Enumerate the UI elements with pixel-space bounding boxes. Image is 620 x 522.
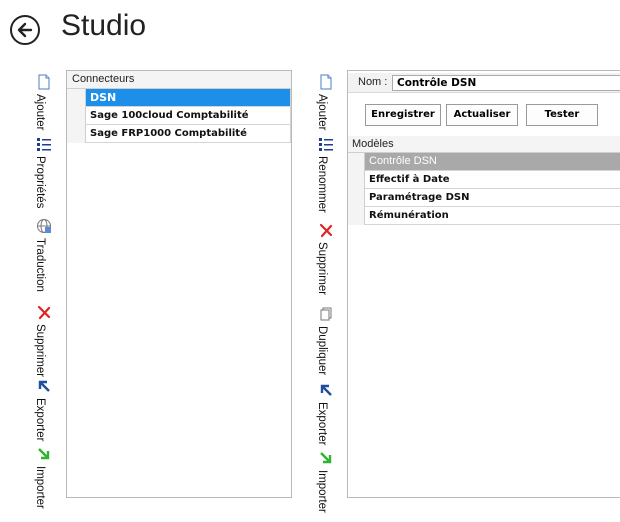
back-button[interactable] [10, 15, 40, 45]
delete-x-icon [37, 305, 51, 320]
row-indicator-column [67, 89, 86, 143]
delete-x-icon [319, 223, 333, 238]
model-row-effectif-a-date[interactable]: Effectif à Date [365, 171, 620, 189]
import-arrow-icon [320, 452, 332, 464]
name-input[interactable]: Contrôle DSN [392, 75, 620, 91]
connector-row-dsn[interactable]: DSN [86, 89, 291, 107]
models-header: Modèles [348, 136, 620, 153]
save-button[interactable]: Enregistrer [365, 104, 441, 126]
connectors-header: Connecteurs [67, 71, 291, 89]
refresh-button[interactable]: Actualiser [446, 104, 518, 126]
test-button[interactable]: Tester [526, 104, 598, 126]
globe-icon [37, 219, 51, 233]
connector-row-sage-frp1000[interactable]: Sage FRP1000 Comptabilité [86, 125, 291, 143]
name-label: Nom : [358, 76, 388, 88]
export-arrow-icon [38, 380, 50, 392]
app-title: Studio [61, 9, 147, 42]
list-icon [319, 138, 333, 151]
models-toolbar: Ajouter Renommer Supprimer Dupliquer Exp… [314, 74, 338, 513]
list-icon [37, 138, 51, 151]
import-arrow-icon [38, 448, 50, 460]
page-icon [38, 74, 50, 90]
name-bar: Nom : Contrôle DSN [348, 73, 620, 93]
duplicate-icon [320, 307, 332, 321]
page-icon [320, 74, 332, 90]
model-row-controle-dsn[interactable]: Contrôle DSN [365, 153, 620, 171]
model-row-parametrage-dsn[interactable]: Paramétrage DSN [365, 189, 620, 207]
export-arrow-icon [320, 384, 332, 396]
models-row-indicator-column [348, 153, 365, 225]
model-row-remuneration[interactable]: Rémunération [365, 207, 620, 225]
connector-row-sage-100cloud[interactable]: Sage 100cloud Comptabilité [86, 107, 291, 125]
connectors-toolbar: Ajouter Propriétés Traduction Supprimer … [32, 74, 56, 509]
back-arrow-icon [17, 22, 33, 38]
detail-panel [347, 70, 620, 498]
